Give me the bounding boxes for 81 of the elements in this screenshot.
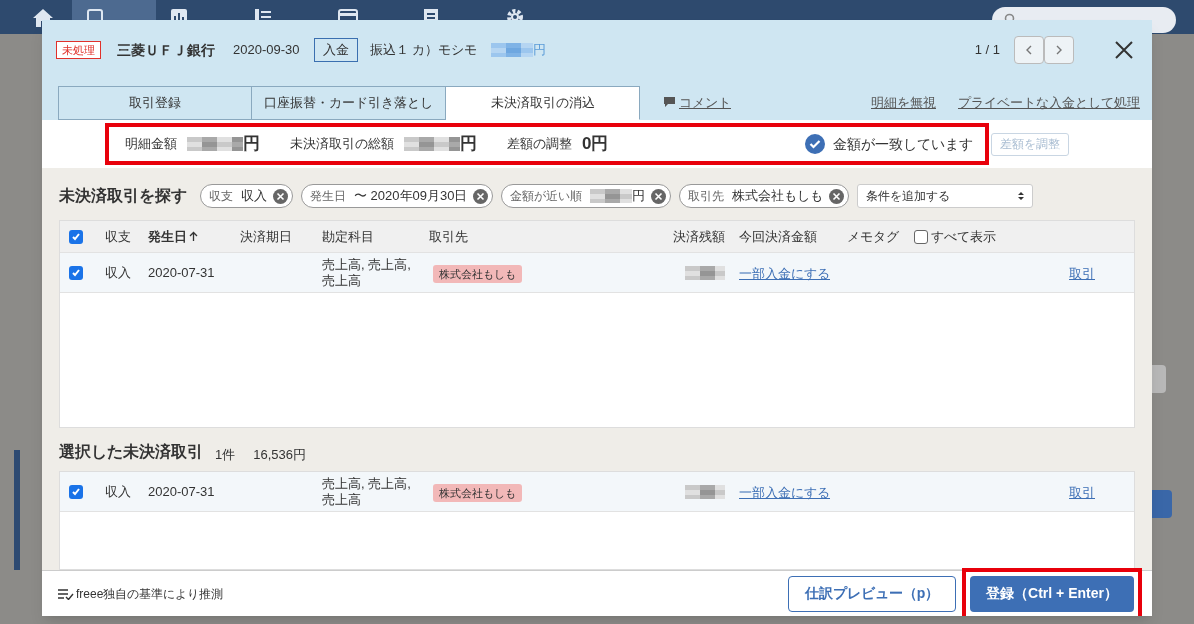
table-cell-text: 収入	[105, 482, 132, 501]
filter-label: 取引先	[688, 188, 725, 205]
checkbox[interactable]	[69, 229, 83, 244]
tab[interactable]: 口座振替・カード引き落とし	[252, 86, 446, 120]
column-header[interactable]: 今回決済金額	[739, 226, 817, 247]
filter-chip[interactable]: 金額が近い順 円	[501, 184, 672, 208]
transaction-date: 2020-09-30	[233, 41, 300, 60]
remove-icon[interactable]	[829, 188, 845, 204]
summary-label: 明細金額	[125, 135, 177, 154]
partner-tag: 株式会社もしも	[433, 483, 522, 502]
filter-value: 収入	[241, 187, 267, 206]
select-arrows-icon	[1018, 191, 1025, 201]
column-header[interactable]: メモタグ	[847, 226, 899, 247]
filter-label: 収支	[209, 188, 233, 205]
section-title: 選択した未決済取引	[59, 442, 203, 462]
checkbox[interactable]	[69, 265, 83, 280]
chevron-right-icon	[1055, 45, 1063, 55]
status-badge: 未処理	[56, 41, 101, 59]
table-cell-text: 収入	[105, 263, 132, 282]
blurred-amount	[187, 137, 243, 151]
column-header[interactable]: 収支	[105, 226, 131, 247]
filter-chip[interactable]: 取引先 株式会社もしも	[679, 184, 850, 208]
comment-link[interactable]: コメント	[679, 92, 731, 112]
filter-chip[interactable]: 発生日 〜 2020年09月30日	[301, 184, 494, 208]
partial-payment-link[interactable]: 一部入金にする	[739, 484, 830, 500]
checkbox-label: すべて表示	[931, 227, 996, 246]
header-link[interactable]: プライベートな入金として処理	[958, 92, 1140, 112]
selected-total: 16,536円	[253, 445, 306, 464]
match-message: 金額が一致しています	[833, 134, 973, 154]
chevron-left-icon	[1025, 45, 1033, 55]
column-header[interactable]: 取引先	[429, 226, 468, 247]
summary-label: 未決済取引の総額	[290, 135, 394, 154]
column-header[interactable]: 発生日	[148, 226, 187, 247]
filter-label: 発生日	[310, 188, 346, 205]
add-condition-select[interactable]: 条件を追加する	[857, 184, 1034, 208]
summary-label: 差額の調整	[507, 135, 572, 154]
list-check-icon	[58, 587, 74, 600]
transaction-link[interactable]: 取引	[1069, 265, 1095, 281]
table-cell-text: 2020-07-31	[148, 263, 216, 282]
blurred-amount	[590, 189, 633, 203]
column-header[interactable]: 決済期日	[240, 226, 292, 247]
filter-chip[interactable]: 収支 収入	[200, 184, 293, 208]
blurred-amount	[404, 137, 460, 151]
filter-value: 円	[632, 187, 646, 206]
blurred-amount	[685, 484, 725, 499]
table-cell-text: 売上高, 売上高, 売上高	[322, 256, 412, 289]
currency-unit: 円	[533, 41, 547, 60]
bank-name: 三菱ＵＦＪ銀行	[117, 40, 215, 60]
filter-value: 株式会社もしも	[732, 187, 824, 206]
direction-badge: 入金	[313, 38, 358, 62]
estimate-note: freee独自の基準により推測	[76, 585, 224, 603]
remove-icon[interactable]	[651, 188, 667, 204]
tab[interactable]: 取引登録	[58, 86, 252, 120]
filter-value: 〜 2020年09月30日	[354, 187, 468, 206]
transaction-description: 振込１ カ）モシモ	[369, 41, 478, 60]
remove-icon[interactable]	[273, 188, 288, 204]
selected-count: 1件	[215, 445, 236, 464]
summary-value: 0円	[582, 133, 609, 156]
pager-text: 1 / 1	[974, 41, 1000, 60]
summary-value: 円	[460, 133, 477, 156]
partner-tag: 株式会社もしも	[433, 264, 522, 283]
checkbox[interactable]	[914, 229, 928, 244]
partial-payment-link[interactable]: 一部入金にする	[739, 265, 830, 281]
table-cell-text: 売上高, 売上高, 売上高	[322, 475, 412, 508]
remove-icon[interactable]	[473, 188, 489, 204]
journal-preview-button[interactable]: 仕訳プレビュー（p）	[788, 575, 956, 612]
column-header[interactable]: 決済残額	[673, 226, 725, 247]
checkbox[interactable]	[69, 484, 83, 499]
section-title: 未決済取引を探す	[59, 186, 187, 206]
comment-icon	[664, 97, 675, 108]
blurred-amount	[685, 265, 725, 280]
table-cell-text: 2020-07-31	[148, 482, 216, 501]
blurred-amount	[491, 43, 534, 57]
transaction-link[interactable]: 取引	[1069, 484, 1095, 500]
tab[interactable]: 未決済取引の消込	[446, 86, 640, 120]
close-button[interactable]	[1114, 40, 1134, 60]
column-header[interactable]: 勘定科目	[322, 226, 374, 247]
register-button[interactable]: 登録（Ctrl + Enter）	[970, 575, 1134, 612]
header-link[interactable]: 明細を無視	[871, 92, 936, 112]
summary-value: 円	[243, 133, 260, 156]
filter-label: 金額が近い順	[510, 188, 583, 205]
